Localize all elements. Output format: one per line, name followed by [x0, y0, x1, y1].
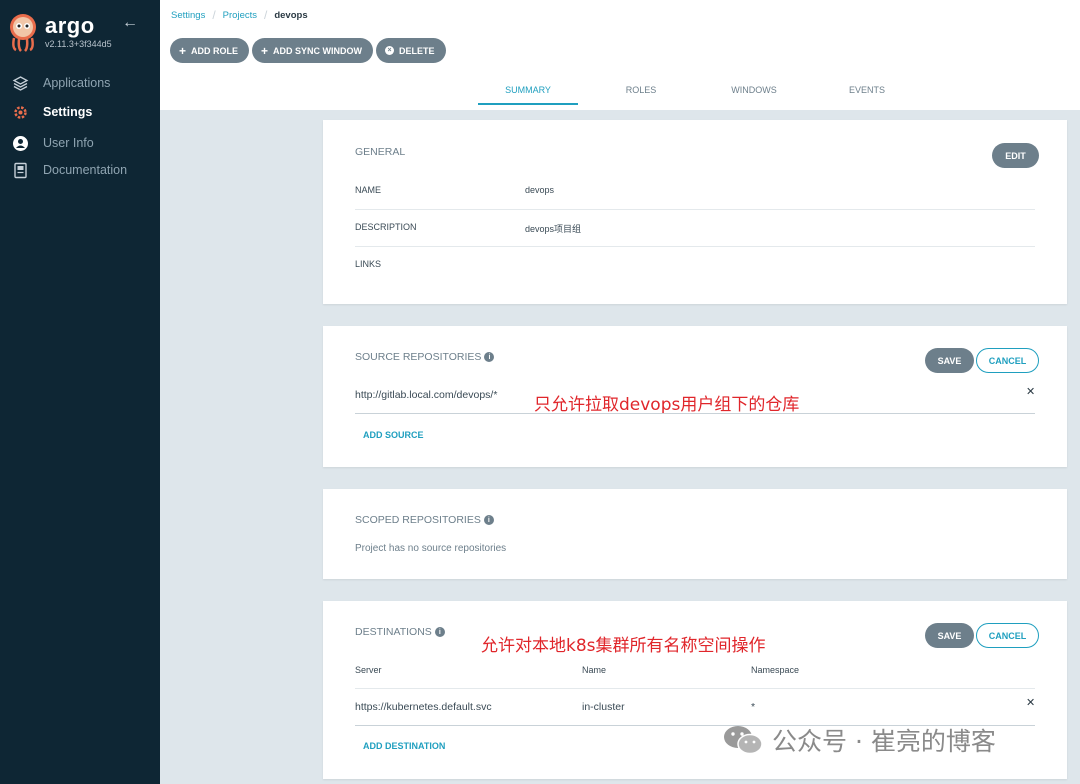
scoped-repositories-label: SCOPED REPOSITORIES	[355, 514, 481, 526]
breadcrumb-settings[interactable]: Settings	[171, 10, 205, 21]
info-icon[interactable]: i	[483, 515, 494, 525]
tab-roles[interactable]: ROLES	[591, 85, 691, 105]
sidebar-item-label: Documentation	[43, 163, 128, 177]
breadcrumb-separator: /	[264, 8, 268, 22]
destination-namespace[interactable]: *	[751, 701, 755, 713]
row-divider	[355, 246, 1035, 247]
source-annotation: 只允许拉取devops用户组下的仓库	[534, 395, 800, 415]
breadcrumb-current: devops	[274, 9, 308, 21]
add-destination-button[interactable]: ADD DESTINATION	[363, 741, 445, 751]
collapse-sidebar-icon[interactable]: ←	[122, 14, 138, 32]
sidebar-item-documentation[interactable]: Documentation	[0, 157, 160, 183]
document-icon	[11, 161, 29, 179]
toolbar: + ADD ROLE + ADD SYNC WINDOW × DELETE	[170, 38, 446, 63]
name-value: devops	[525, 185, 555, 195]
header-divider	[355, 688, 1035, 689]
general-card: GENERAL EDIT NAME devops DESCRIPTION dev…	[323, 120, 1067, 304]
add-sync-window-label: ADD SYNC WINDOW	[273, 45, 363, 56]
sidebar-item-applications[interactable]: Applications	[0, 70, 160, 96]
user-icon	[11, 134, 29, 152]
breadcrumb-separator: /	[212, 8, 216, 22]
description-label: DESCRIPTION	[355, 222, 417, 232]
links-label: LINKS	[355, 259, 382, 269]
row-divider	[355, 209, 1035, 210]
version-label: v2.11.3+3f344d5	[45, 39, 112, 49]
breadcrumb: Settings / Projects / devops	[171, 8, 308, 22]
scoped-empty-text: Project has no source repositories	[355, 543, 507, 554]
sidebar-item-settings[interactable]: Settings	[0, 99, 160, 125]
watermark-text: 公众号 · 崔亮的博客	[772, 727, 996, 756]
remove-source-icon[interactable]: ✕	[1026, 385, 1035, 398]
source-repositories-card: SOURCE REPOSITORIES i SAVE CANCEL http:/…	[323, 326, 1067, 467]
destinations-title: DESTINATIONS i	[355, 626, 445, 638]
sidebar: argo v2.11.3+3f344d5 ← Applications Sett…	[0, 0, 160, 784]
delete-label: DELETE	[399, 45, 435, 56]
add-role-label: ADD ROLE	[191, 45, 239, 56]
destination-name[interactable]: in-cluster	[582, 701, 625, 713]
sidebar-item-label: Settings	[43, 105, 93, 119]
remove-destination-icon[interactable]: ✕	[1026, 696, 1035, 709]
tab-bar: SUMMARY ROLES WINDOWS EVENTS	[478, 85, 930, 105]
tab-summary[interactable]: SUMMARY	[478, 85, 578, 105]
tab-events[interactable]: EVENTS	[817, 85, 917, 105]
info-icon[interactable]: i	[484, 352, 495, 362]
breadcrumb-projects[interactable]: Projects	[223, 10, 257, 21]
edit-button[interactable]: EDIT	[992, 143, 1039, 168]
layers-icon	[11, 74, 29, 92]
add-role-button[interactable]: + ADD ROLE	[170, 38, 250, 63]
watermark: 公众号 · 崔亮的博客	[722, 722, 996, 758]
sidebar-item-label: Applications	[43, 76, 111, 90]
sidebar-item-label: User Info	[43, 136, 94, 150]
source-repositories-title: SOURCE REPOSITORIES i	[355, 351, 495, 363]
input-underline	[355, 413, 1035, 414]
save-button[interactable]: SAVE	[925, 348, 974, 373]
argo-logo-icon	[6, 12, 40, 52]
save-button[interactable]: SAVE	[925, 623, 974, 648]
cancel-button[interactable]: CANCEL	[976, 348, 1039, 373]
wechat-icon	[724, 726, 763, 755]
add-sync-window-button[interactable]: + ADD SYNC WINDOW	[252, 38, 374, 63]
plus-icon: +	[179, 43, 187, 58]
plus-icon: +	[261, 43, 269, 58]
destination-server[interactable]: https://kubernetes.default.svc	[355, 701, 492, 713]
source-repositories-label: SOURCE REPOSITORIES	[355, 351, 482, 363]
column-server: Server	[355, 665, 382, 675]
top-header: Settings / Projects / devops + ADD ROLE …	[160, 0, 1080, 110]
destinations-annotation: 允许对本地k8s集群所有名称空间操作	[481, 636, 766, 656]
source-repo-value[interactable]: http://gitlab.local.com/devops/*	[355, 389, 497, 401]
description-value: devops项目组	[525, 224, 582, 234]
destinations-label: DESTINATIONS	[355, 626, 432, 638]
column-name: Name	[582, 665, 607, 675]
delete-icon: ×	[385, 46, 395, 55]
add-source-button[interactable]: ADD SOURCE	[363, 430, 424, 440]
general-title: GENERAL	[355, 146, 406, 158]
name-label: NAME	[355, 185, 382, 195]
brand-name: argo	[45, 13, 95, 38]
cancel-button[interactable]: CANCEL	[976, 623, 1039, 648]
info-icon[interactable]: i	[434, 627, 445, 637]
gear-icon	[11, 103, 29, 121]
column-namespace: Namespace	[751, 665, 800, 675]
scoped-repositories-card: SCOPED REPOSITORIES i Project has no sou…	[323, 489, 1067, 579]
tab-windows[interactable]: WINDOWS	[704, 85, 804, 105]
sidebar-item-user-info[interactable]: User Info	[0, 130, 160, 156]
scoped-repositories-title: SCOPED REPOSITORIES i	[355, 514, 494, 526]
delete-button[interactable]: × DELETE	[376, 38, 446, 63]
